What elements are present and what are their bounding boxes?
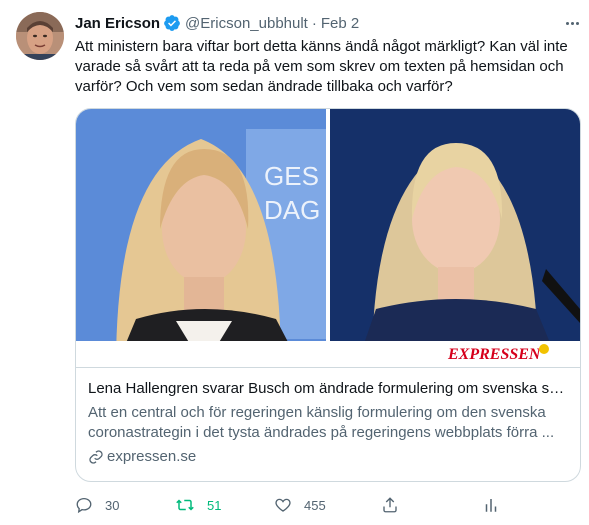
analytics-icon: [485, 499, 497, 512]
tweet-header: Jan Ericson @Ericson_ubbhult · Feb 2: [75, 13, 359, 33]
author-handle[interactable]: @Ericson_ubbhult: [185, 15, 308, 32]
card-domain: expressen.se: [88, 447, 568, 467]
expressen-logo: EXPRESSEN: [447, 346, 542, 363]
author-name[interactable]: Jan Ericson: [75, 15, 160, 32]
share-icon: [383, 497, 397, 513]
tweet-text: Att ministern bara viftar bort detta kän…: [75, 38, 568, 95]
card-image[interactable]: GES DAG EXPRESSEN: [76, 109, 580, 367]
card-description-line-2: coronastrategin i det tysta ändrades på …: [88, 424, 555, 441]
verified-badge-icon: [163, 14, 181, 32]
avatar[interactable]: [16, 12, 64, 60]
card-description-line-1: Att en central och för regeringen känsli…: [88, 404, 546, 421]
more-icon[interactable]: [562, 14, 582, 32]
like-count: 455: [304, 497, 326, 513]
analytics-button[interactable]: [482, 494, 500, 516]
retweet-button[interactable]: 51: [175, 494, 221, 516]
reply-count: 30: [105, 497, 120, 513]
card-description: Att en central och för regeringen känsli…: [88, 403, 568, 443]
tweet-date[interactable]: Feb 2: [321, 15, 359, 32]
tweet[interactable]: Jan Ericson @Ericson_ubbhult · Feb 2 Att…: [0, 0, 589, 525]
share-button[interactable]: [381, 494, 399, 516]
card-text[interactable]: Lena Hallengren svarar Busch om ändrade …: [76, 367, 580, 481]
separator-dot: ·: [311, 14, 317, 32]
backdrop-text-2: DAG: [264, 195, 320, 225]
like-button[interactable]: 455: [274, 494, 326, 516]
reply-icon: [76, 497, 92, 514]
action-bar: 30 51 455: [75, 494, 575, 516]
like-icon: [275, 498, 291, 512]
link-card[interactable]: GES DAG EXPRESSEN Lena Hallengren svarar…: [75, 108, 581, 482]
card-title: Lena Hallengren svarar Busch om ändrade …: [88, 380, 568, 397]
backdrop-text-1: GES: [264, 161, 319, 191]
retweet-icon: [176, 499, 194, 511]
retweet-count: 51: [207, 497, 222, 513]
link-icon: [89, 450, 103, 464]
reply-button[interactable]: 30: [75, 494, 119, 516]
card-domain-text: expressen.se: [107, 448, 197, 465]
